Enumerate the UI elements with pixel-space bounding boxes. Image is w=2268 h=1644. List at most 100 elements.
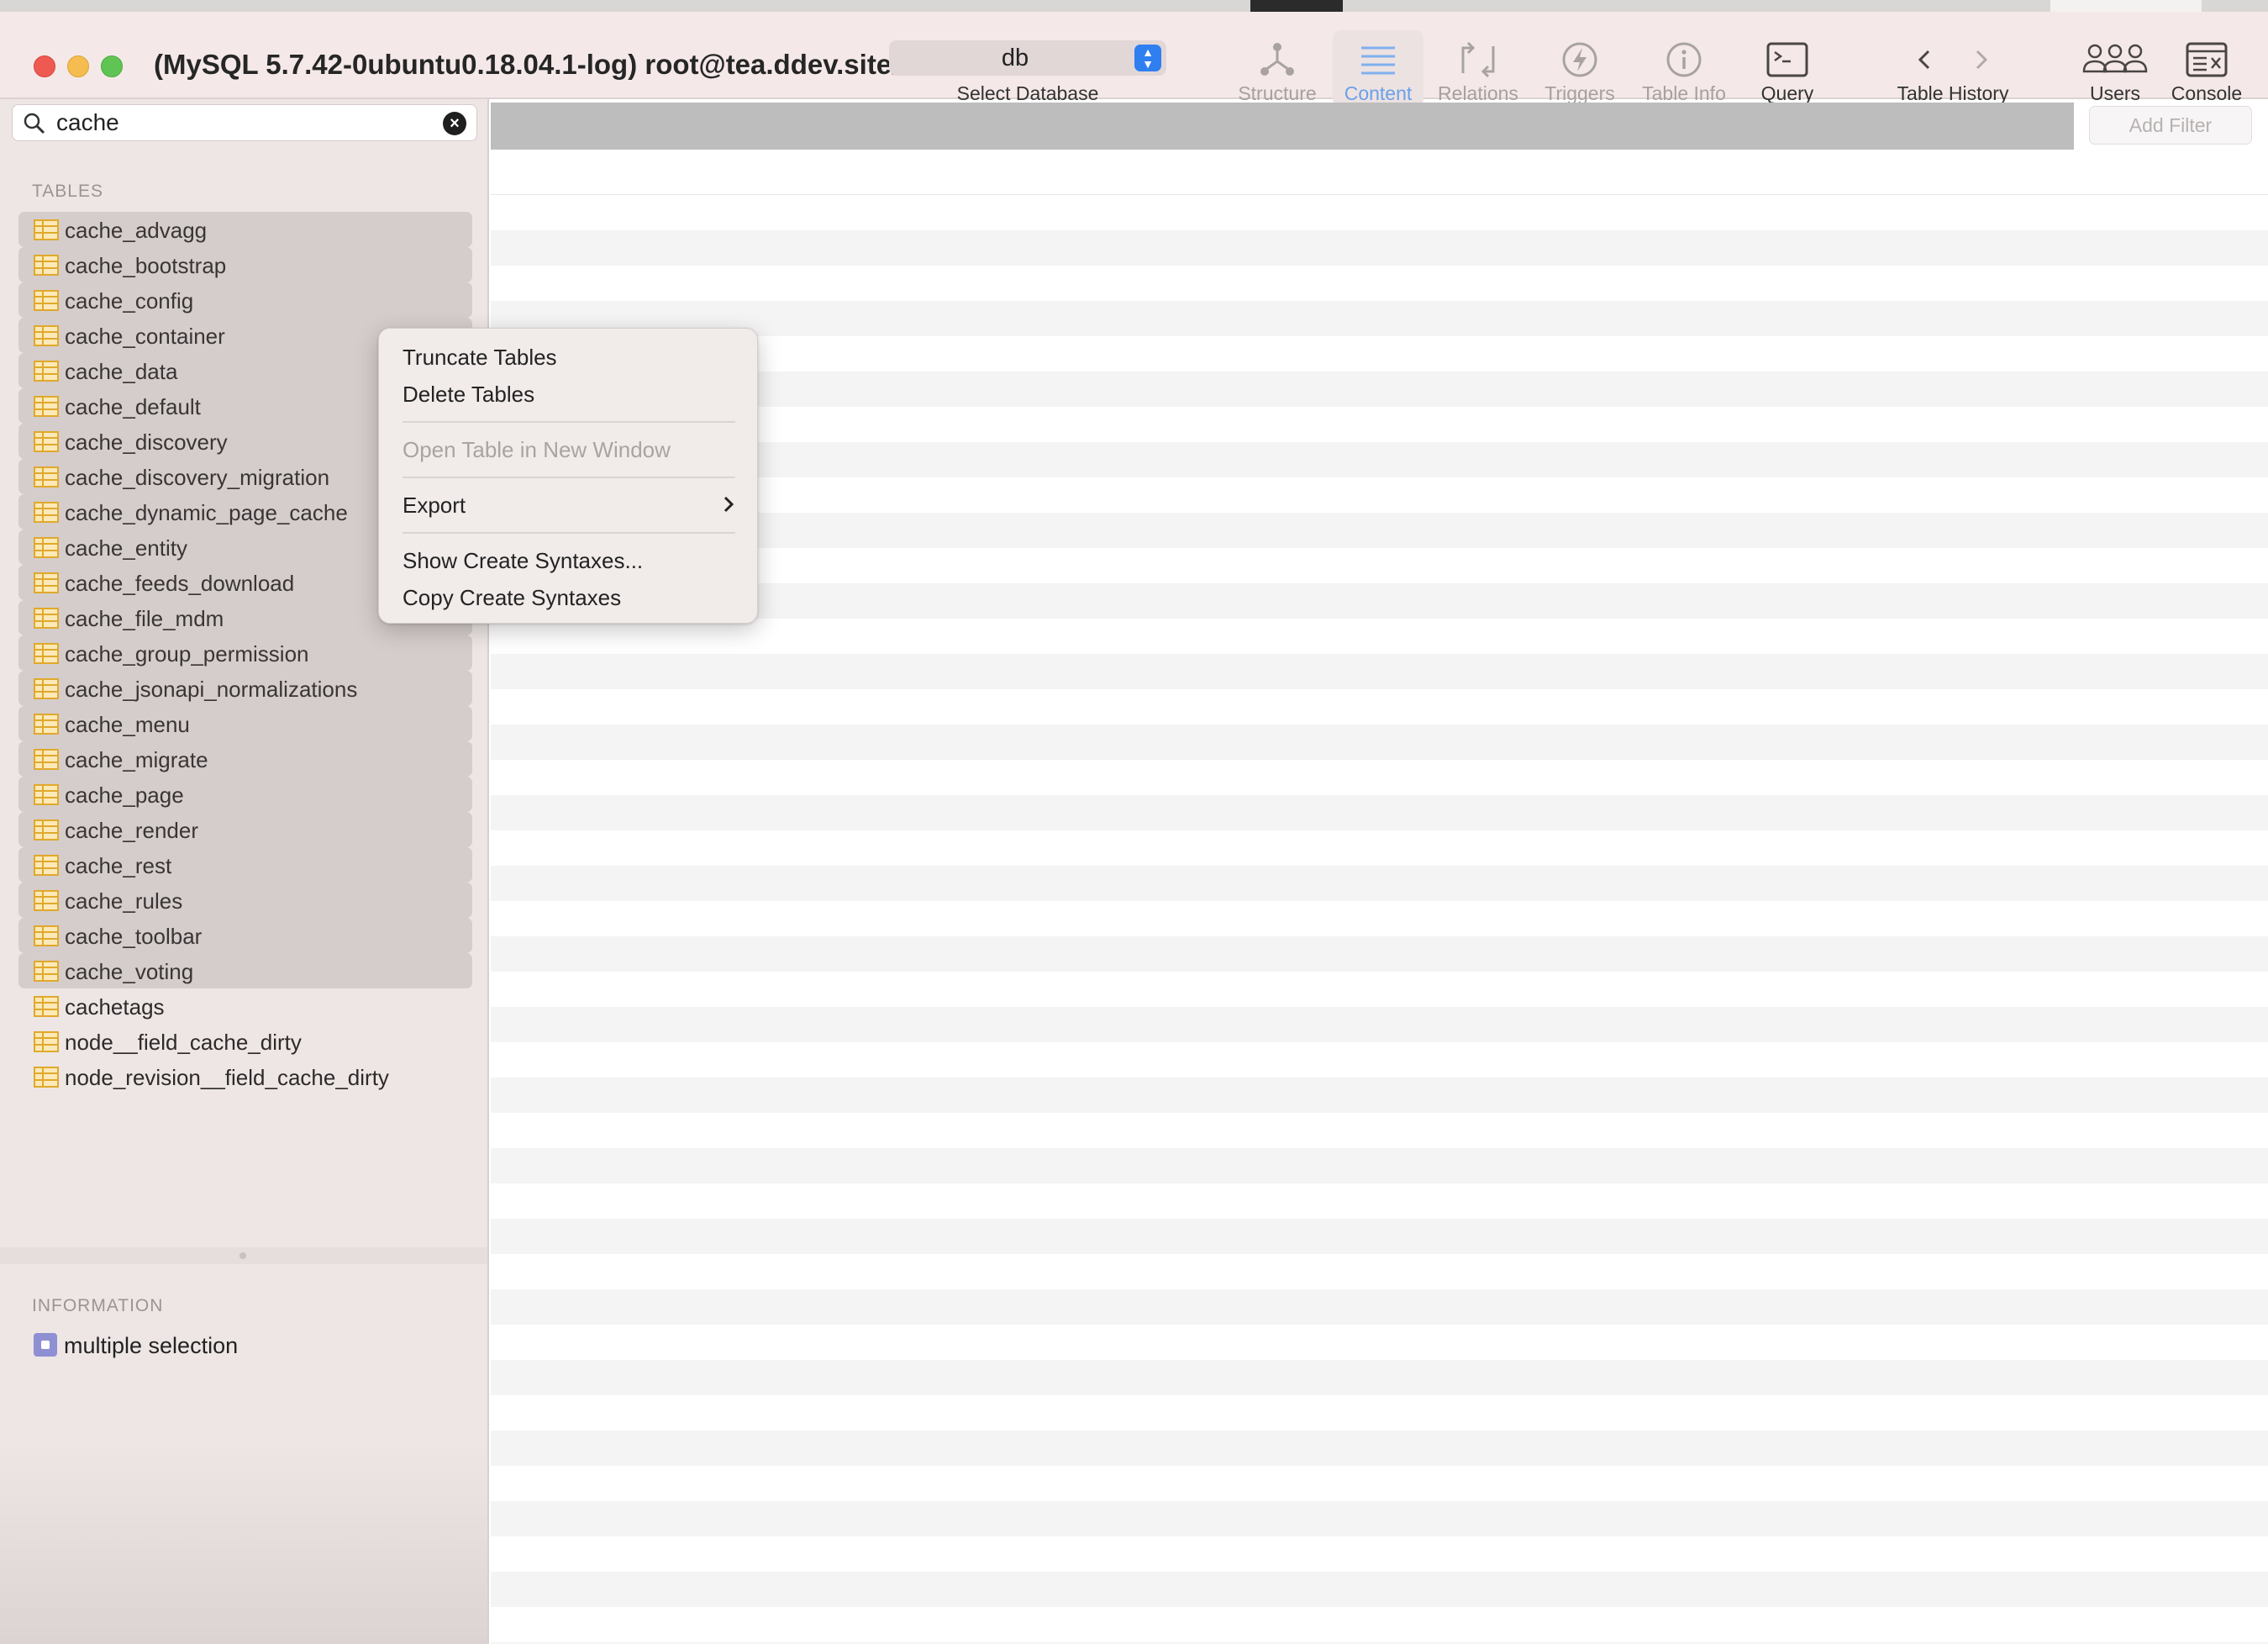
table-icon [34,572,59,593]
table-name: cache_render [65,818,198,843]
table-list-item[interactable]: cache_page [18,777,472,812]
table-icon [34,255,59,276]
table-list-item[interactable]: node__field_cache_dirty [18,1024,472,1059]
table-list-item[interactable]: cache_rules [18,883,472,918]
background-window [2050,0,2202,12]
table-list-item[interactable]: cache_bootstrap [18,247,472,282]
search-icon [24,113,45,134]
open-table-new-window-item: Open Table in New Window [379,431,757,468]
window-title: (MySQL 5.7.42-0ubuntu0.18.04.1-log) root… [154,49,923,80]
show-create-syntaxes-item[interactable]: Show Create Syntaxes... [379,542,757,579]
content-button[interactable]: Content [1333,30,1423,108]
clear-search-icon[interactable]: × [443,112,466,135]
relations-button[interactable]: Relations [1429,30,1528,108]
context-menu: Truncate Tables Delete Tables Open Table… [378,328,758,624]
forward-icon[interactable] [1968,46,1993,73]
chevron-right-icon [724,496,734,513]
table-name: cache_discovery [65,429,228,455]
add-filter-button[interactable]: Add Filter [2089,106,2252,145]
lightning-icon [1562,42,1597,77]
back-icon[interactable] [1913,46,1938,73]
table-name: cache_jsonapi_normalizations [65,677,358,702]
tables-heading: TABLES [32,182,103,201]
table-icon [34,784,59,805]
users-button[interactable]: Users [2076,30,2155,108]
table-name: node__field_cache_dirty [65,1030,302,1055]
truncate-tables-label: Truncate Tables [403,345,557,370]
table-list-item[interactable]: cache_advagg [18,212,472,247]
table-name: cache_file_mdm [65,606,224,631]
table-list-item[interactable]: node_revision__field_cache_dirty [18,1059,472,1094]
table-name: cache_advagg [65,218,208,243]
table-icon [34,819,59,840]
table-list-item[interactable]: cache_rest [18,847,472,883]
zoom-window-button[interactable] [101,55,123,77]
table-icon [34,643,59,664]
table-icon [34,431,59,452]
table-name: cache_config [65,288,194,314]
menu-separator [403,532,735,534]
menu-separator [403,421,735,423]
table-list-item[interactable]: cache_group_permission [18,635,472,671]
table-list-item[interactable]: cache_menu [18,706,472,741]
info-icon [1666,42,1702,77]
table-name: cache_voting [65,959,194,984]
table-icon [34,1067,59,1088]
table-list-item[interactable]: cache_jsonapi_normalizations [18,671,472,706]
table-icon [34,608,59,629]
table-name: cache_entity [65,535,187,561]
table-list-item[interactable]: cache_config [18,282,472,318]
table-name: cache_migrate [65,747,208,772]
table-name: node_revision__field_cache_dirty [65,1065,389,1090]
table-icon [34,361,59,382]
table-list-item[interactable]: cache_migrate [18,741,472,777]
sidebar-splitter[interactable] [0,1247,487,1264]
database-select[interactable]: db ▲ ▼ [889,40,1166,76]
minimize-window-button[interactable] [67,55,89,77]
table-icon [34,396,59,417]
table-name: cache_data [65,359,178,384]
export-item[interactable]: Export [379,487,757,524]
chevron-updown-icon: ▲ ▼ [1134,45,1161,71]
table-list-item[interactable]: cache_render [18,812,472,847]
table-name: cache_feeds_download [65,571,295,596]
relations-icon [1461,41,1495,78]
query-button[interactable]: Query [1748,30,1827,108]
copy-create-syntaxes-item[interactable]: Copy Create Syntaxes [379,579,757,616]
table-icon [34,502,59,523]
table-name: cache_dynamic_page_cache [65,500,348,525]
console-button[interactable]: Console [2163,30,2250,108]
table-name: cache_container [65,324,225,349]
table-icon [34,925,59,946]
structure-button[interactable]: Structure [1229,30,1326,108]
table-name: cache_rest [65,853,172,878]
window-toolbar: (MySQL 5.7.42-0ubuntu0.18.04.1-log) root… [0,12,2268,108]
search-input[interactable] [56,108,426,138]
table-info-button[interactable]: Table Info [1634,30,1734,108]
table-name: cache_menu [65,712,190,737]
filter-bar [491,103,2074,150]
table-list-item[interactable]: cache_toolbar [18,918,472,953]
table-list-item[interactable]: cachetags [18,988,472,1024]
table-history-button[interactable]: Table History [1882,30,2023,108]
console-icon [2186,42,2228,77]
table-search[interactable]: × [12,104,477,141]
table-name: cache_toolbar [65,924,203,949]
table-name: cache_rules [65,888,183,914]
table-icon [34,996,59,1017]
triggers-button[interactable]: Triggers [1534,30,1625,108]
table-icon [34,890,59,911]
table-name: cache_discovery_migration [65,465,330,490]
table-name: cache_page [65,782,184,808]
truncate-tables-item[interactable]: Truncate Tables [379,339,757,376]
delete-tables-item[interactable]: Delete Tables [379,376,757,413]
table-icon [34,290,59,311]
close-window-button[interactable] [34,55,55,77]
content-icon [1361,46,1395,75]
information-value: multiple selection [64,1333,239,1358]
terminal-icon [1766,42,1808,77]
table-list-item[interactable]: cache_voting [18,953,472,988]
desktop-strip [0,0,2268,12]
table-icon [34,855,59,876]
splitter-handle[interactable] [239,1252,246,1259]
